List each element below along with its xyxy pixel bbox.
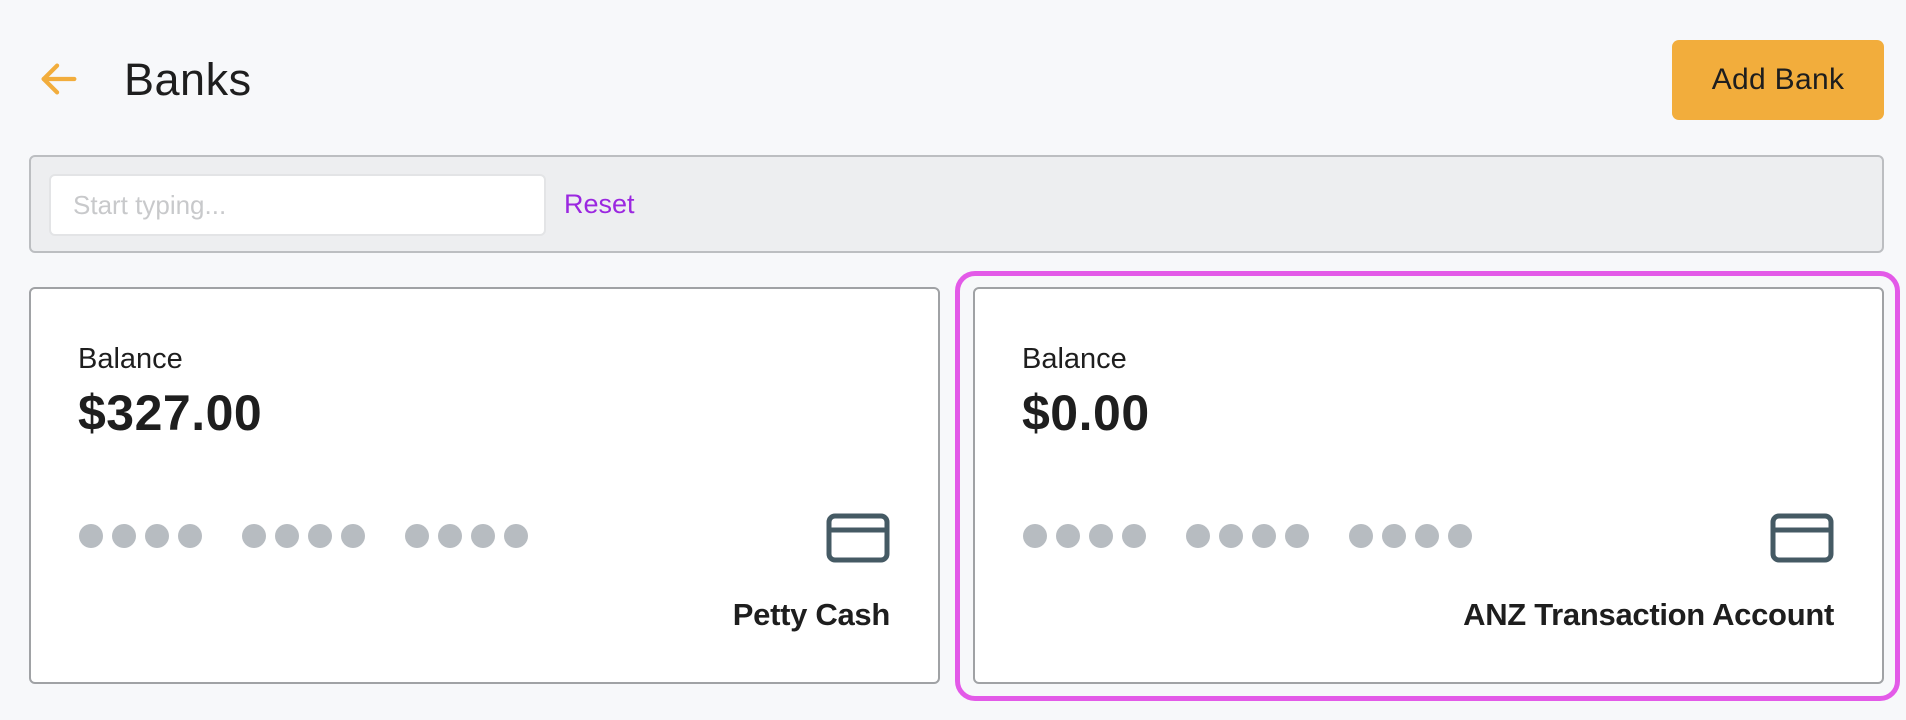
mask-dot-group: [79, 524, 211, 548]
mask-dot: [79, 524, 103, 548]
masked-account-number: [1023, 523, 1512, 549]
back-button[interactable]: [34, 54, 84, 104]
mask-dot: [438, 524, 462, 548]
mask-dot: [242, 524, 266, 548]
mask-dot-group: [1186, 524, 1318, 548]
bank-card[interactable]: Balance $327.00 Petty Cash: [29, 287, 940, 684]
mask-dot: [145, 524, 169, 548]
mask-dot: [1089, 524, 1113, 548]
search-input[interactable]: [49, 174, 546, 236]
mask-dot: [1285, 524, 1309, 548]
mask-dot-group: [242, 524, 374, 548]
filter-panel: Reset: [29, 155, 1884, 253]
mask-dot: [405, 524, 429, 548]
mask-dot: [1023, 524, 1047, 548]
mask-dot: [308, 524, 332, 548]
bank-card[interactable]: Balance $0.00 ANZ Transaction Account: [973, 287, 1884, 684]
mask-dot: [1056, 524, 1080, 548]
mask-dot: [1382, 524, 1406, 548]
mask-dot: [275, 524, 299, 548]
mask-dot-group: [405, 524, 537, 548]
mask-dot: [178, 524, 202, 548]
balance-label: Balance: [78, 343, 183, 375]
reset-link[interactable]: Reset: [564, 184, 635, 224]
mask-dot: [1252, 524, 1276, 548]
mask-dot: [112, 524, 136, 548]
arrow-left-icon: [41, 63, 77, 95]
mask-dot: [504, 524, 528, 548]
add-bank-button[interactable]: Add Bank: [1672, 40, 1884, 120]
credit-card-icon: [1770, 513, 1834, 563]
credit-card-icon: [826, 513, 890, 563]
balance-label: Balance: [1022, 343, 1127, 375]
mask-dot: [1415, 524, 1439, 548]
bank-name: Petty Cash: [732, 597, 891, 632]
balance-value: $0.00: [1022, 385, 1150, 441]
mask-dot: [341, 524, 365, 548]
mask-dot: [1122, 524, 1146, 548]
mask-dot: [471, 524, 495, 548]
mask-dot: [1448, 524, 1472, 548]
bank-name: ANZ Transaction Account: [1463, 597, 1834, 632]
page-title: Banks: [124, 54, 252, 105]
balance-value: $327.00: [78, 385, 263, 441]
banks-page: Banks Add Bank Reset Balance $327.00 Pet…: [0, 0, 1906, 720]
mask-dot-group: [1349, 524, 1481, 548]
mask-dot: [1219, 524, 1243, 548]
mask-dot: [1186, 524, 1210, 548]
mask-dot-group: [1023, 524, 1155, 548]
mask-dot: [1349, 524, 1373, 548]
masked-account-number: [79, 523, 568, 549]
